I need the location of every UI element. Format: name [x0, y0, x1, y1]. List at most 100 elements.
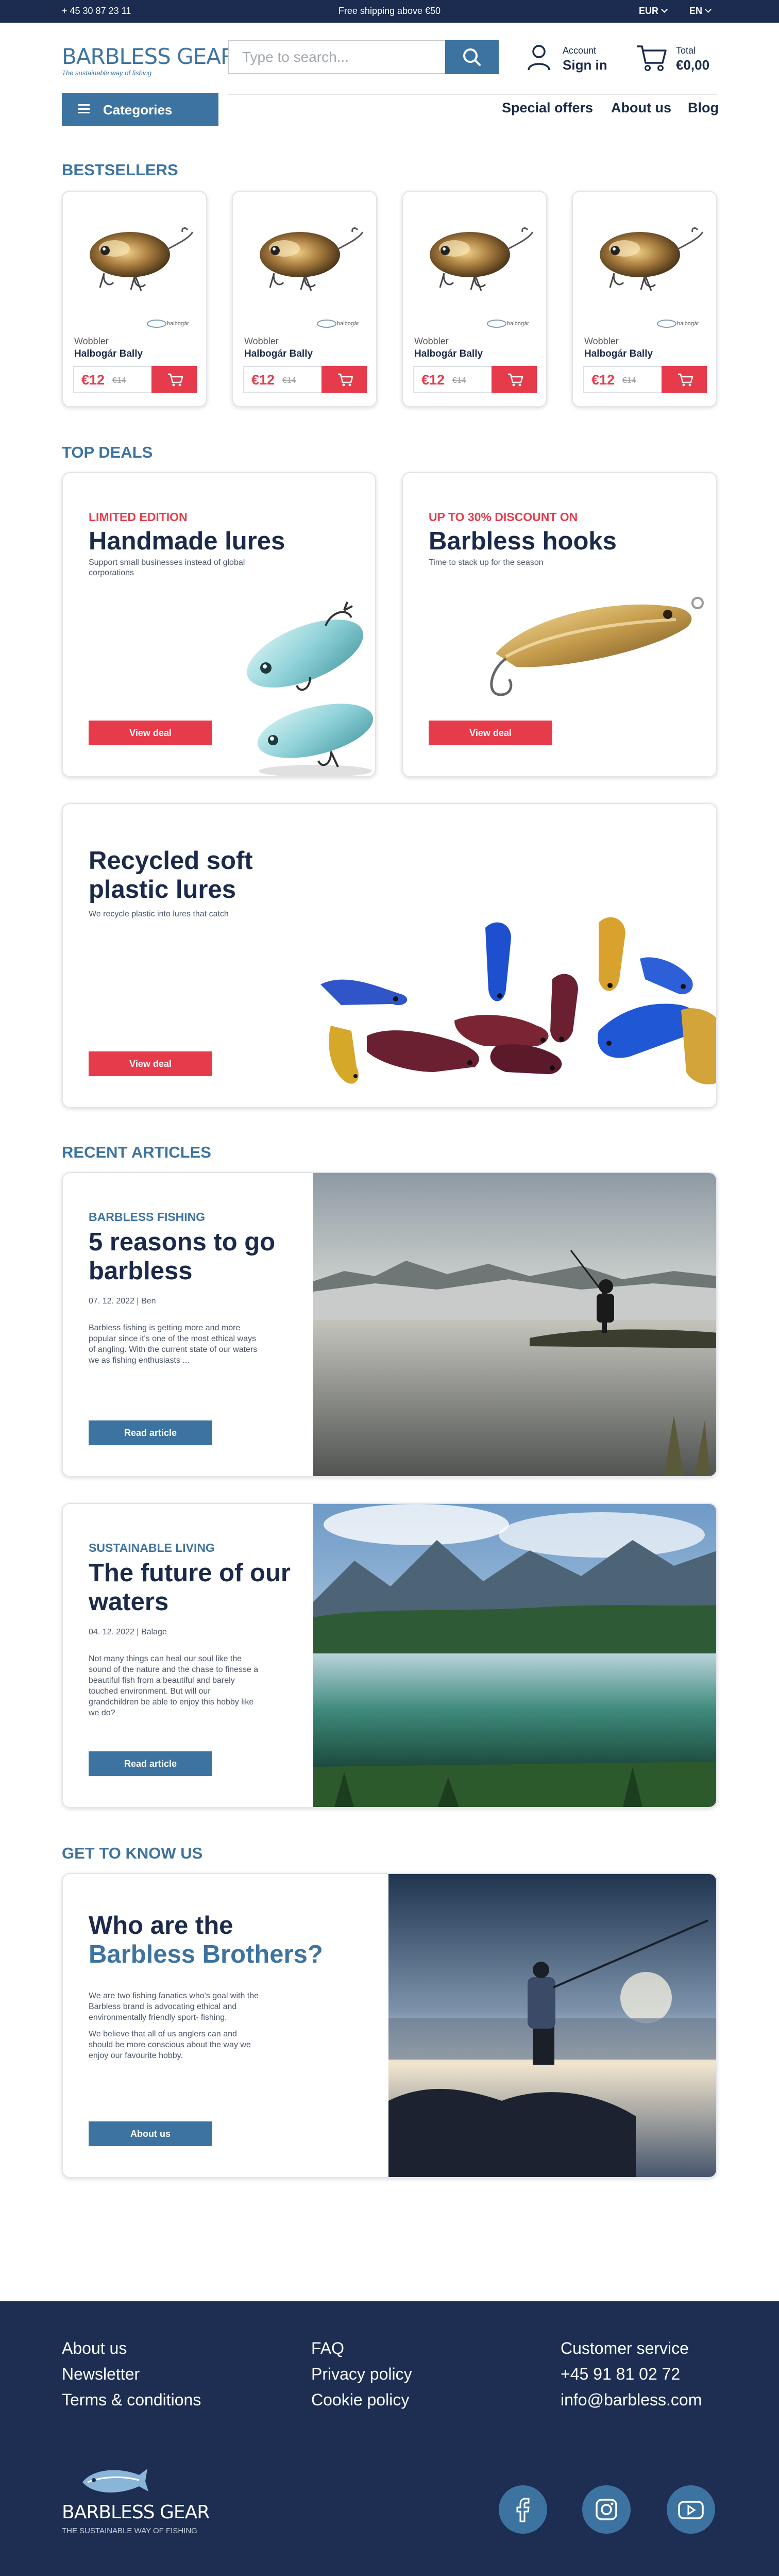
footer-phone[interactable]: +45 91 81 02 72	[561, 2365, 680, 2384]
price-box: €12 €14	[73, 366, 197, 393]
product-image	[260, 227, 364, 291]
article-image-mountain-lake	[313, 1504, 716, 1807]
view-deal-button[interactable]: View deal	[89, 1051, 212, 1076]
excerpt-line: touched environment. But will our	[89, 1687, 211, 1696]
add-to-cart-button[interactable]	[662, 366, 707, 393]
product-price: €12	[421, 372, 445, 388]
product-card[interactable]: halbogár Wobbler Halbogár Bally €12 €14	[402, 191, 547, 407]
deal-card-recycled-lures[interactable]: Recycled soft plastic lures We recycle p…	[62, 803, 717, 1108]
cart-icon	[168, 373, 183, 387]
add-to-cart-button[interactable]	[151, 366, 197, 393]
about-line: environmentally friendly sport- fishing.	[89, 2013, 227, 2022]
product-card[interactable]: halbogár Wobbler Halbogár Bally €12 €14	[62, 191, 207, 407]
product-card[interactable]: halbogár Wobbler Halbogár Bally €12 €14	[232, 191, 377, 407]
logo-tagline: The sustainable way of fishing	[62, 69, 152, 77]
footer-link-cookie[interactable]: Cookie policy	[311, 2390, 409, 2410]
about-line: enjoy our favourite hobby.	[89, 2051, 183, 2060]
product-type: Wobbler	[414, 336, 449, 346]
product-image	[90, 227, 194, 291]
search-button[interactable]	[445, 40, 499, 74]
view-deal-button[interactable]: View deal	[429, 721, 552, 745]
product-name[interactable]: Halbogár Bally	[244, 348, 313, 360]
deal-subtitle: We recycle plastic into lures that catch	[89, 910, 229, 918]
search-input[interactable]	[229, 41, 445, 73]
product-name[interactable]: Halbogár Bally	[414, 348, 483, 360]
footer-email[interactable]: info@barbless.com	[561, 2390, 702, 2410]
view-deal-button[interactable]: View deal	[89, 721, 212, 745]
get-to-know-us-heading: GET TO KNOW US	[62, 1844, 203, 1862]
footer-link-faq[interactable]: FAQ	[311, 2339, 344, 2358]
deal-title: Barbless hooks	[429, 527, 617, 555]
about-line: We are two fishing fanatics who's goal w…	[89, 1992, 259, 2000]
sign-in-link[interactable]: Sign in	[563, 57, 607, 73]
cart-link[interactable]: Total €0,00	[636, 40, 723, 74]
nav-special-offers[interactable]: Special offers	[502, 100, 593, 116]
add-to-cart-button[interactable]	[321, 366, 367, 393]
excerpt-line: beautiful fish from a beautiful and bare…	[89, 1676, 235, 1685]
article-date: 07. 12. 2022	[89, 1297, 134, 1306]
article-title-line1[interactable]: 5 reasons to go	[89, 1228, 275, 1257]
cart-icon	[338, 373, 353, 387]
article-card[interactable]: SUSTAINABLE LIVING The future of our wat…	[62, 1503, 717, 1808]
product-name[interactable]: Halbogár Bally	[584, 348, 653, 360]
language-select[interactable]: EN	[689, 6, 712, 16]
product-price: €12	[81, 372, 105, 388]
footer-link-about-us[interactable]: About us	[62, 2339, 127, 2358]
excerpt-line: popular since it's one of the most ethic…	[89, 1334, 256, 1343]
currency-select[interactable]: EUR	[639, 6, 668, 16]
language-label: EN	[689, 6, 703, 16]
product-price: €12	[251, 372, 275, 388]
categories-button[interactable]: Categories	[62, 93, 218, 126]
instagram-link[interactable]	[582, 2485, 631, 2534]
about-line: We believe that all of us anglers can an…	[89, 2030, 237, 2038]
about-image-angler-sunset	[388, 1874, 716, 2177]
svg-text:halbogár: halbogár	[677, 321, 699, 327]
youtube-link[interactable]	[667, 2485, 715, 2534]
footer-logo-tagline: THE SUSTAINABLE WAY OF FISHING	[62, 2527, 197, 2535]
deal-title: Handmade lures	[89, 527, 285, 555]
user-icon	[528, 45, 550, 71]
article-title-line2[interactable]: barbless	[89, 1257, 193, 1285]
cart-icon	[637, 45, 667, 71]
chevron-down-icon	[661, 6, 668, 13]
brand-logo: halbogár	[147, 320, 189, 328]
search-bar	[228, 40, 499, 74]
article-category: BARBLESS FISHING	[89, 1210, 206, 1224]
nav-blog[interactable]: Blog	[688, 100, 719, 116]
product-card[interactable]: halbogár Wobbler Halbogár Bally €12 €14	[572, 191, 717, 407]
deal-card-barbless-hooks[interactable]: UP TO 30% DISCOUNT ON Barbless hooks Tim…	[402, 472, 717, 777]
add-to-cart-button[interactable]	[492, 366, 537, 393]
handmade-lures-image	[247, 601, 374, 776]
barbless-hooks-image	[490, 597, 704, 696]
youtube-icon	[678, 2501, 704, 2519]
footer-logo-name[interactable]: BARBLESS GEAR	[62, 2502, 210, 2523]
nav-about-us[interactable]: About us	[611, 100, 671, 116]
article-title-line1[interactable]: The future of our	[89, 1559, 291, 1587]
facebook-link[interactable]	[499, 2485, 547, 2534]
read-article-button[interactable]: Read article	[89, 1751, 212, 1776]
price-box: €12 €14	[243, 366, 367, 393]
product-old-price: €14	[452, 376, 466, 385]
recent-articles-heading: RECENT ARTICLES	[62, 1143, 211, 1161]
article-excerpt: Barbless fishing is getting more and mor…	[89, 1323, 295, 1366]
deal-card-handmade-lures[interactable]: LIMITED EDITION Handmade lures Support s…	[62, 472, 376, 777]
footer-link-terms[interactable]: Terms & conditions	[62, 2390, 201, 2410]
soft-plastic-lures-image	[320, 917, 716, 1084]
product-name[interactable]: Halbogár Bally	[74, 348, 143, 360]
brand-logo: halbogár	[317, 320, 359, 328]
article-card[interactable]: BARBLESS FISHING 5 reasons to go barbles…	[62, 1172, 717, 1477]
article-title-line2[interactable]: waters	[89, 1587, 168, 1616]
price-box: €12 €14	[583, 366, 707, 393]
footer-logo-fish-icon	[82, 2469, 148, 2493]
account-link[interactable]: Account Sign in	[524, 40, 612, 74]
deal-eyebrow: UP TO 30% DISCOUNT ON	[429, 510, 578, 524]
footer-link-newsletter[interactable]: Newsletter	[62, 2365, 140, 2384]
read-article-button[interactable]: Read article	[89, 1420, 212, 1445]
site-logo[interactable]: BARBLESS GEAR The sustainable way of fis…	[62, 45, 235, 77]
about-us-button[interactable]: About us	[89, 2121, 212, 2146]
footer-link-customer-service[interactable]: Customer service	[561, 2339, 689, 2358]
product-type: Wobbler	[74, 336, 109, 346]
footer-link-privacy[interactable]: Privacy policy	[311, 2365, 412, 2384]
cart-total-label: Total	[676, 45, 696, 56]
search-icon	[463, 48, 481, 66]
